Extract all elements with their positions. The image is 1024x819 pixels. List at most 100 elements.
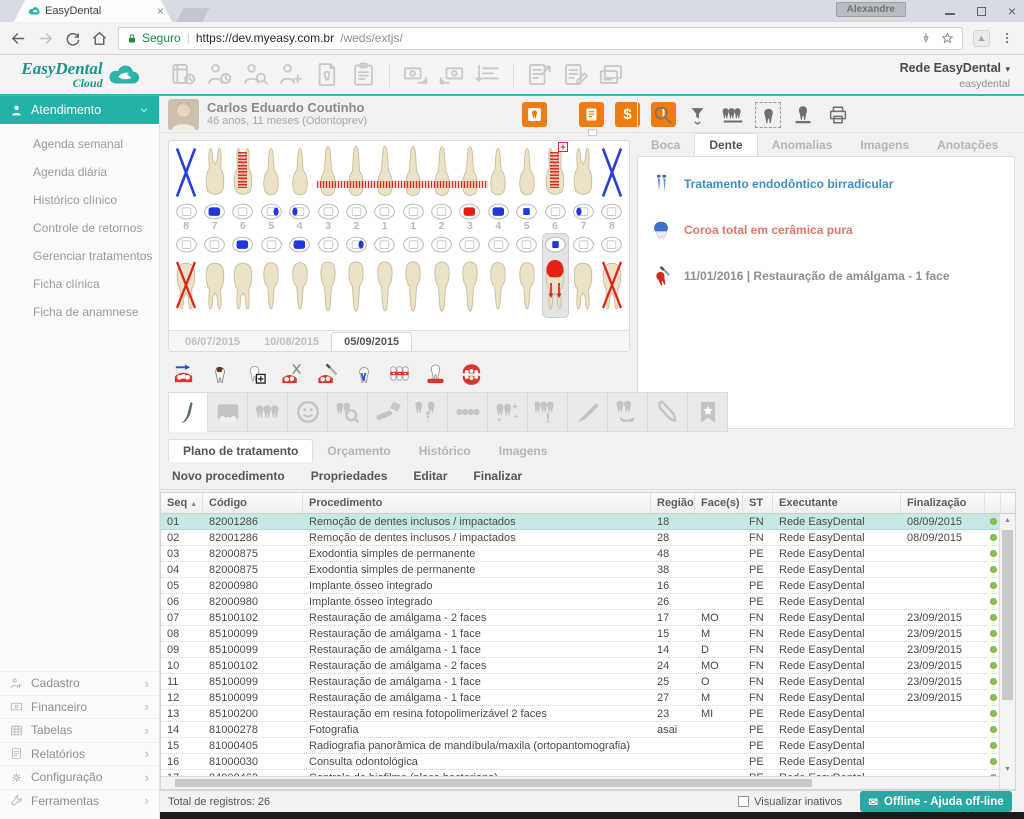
document-edit-icon[interactable] xyxy=(562,61,589,88)
scroll-up-icon[interactable]: ▲ xyxy=(1000,517,1015,524)
grid-row[interactable]: 0182001286Remoção de dentes inclusos / i… xyxy=(161,514,1015,530)
lower-occlusal[interactable] xyxy=(373,236,396,253)
document-export-icon[interactable] xyxy=(526,61,553,88)
lower-tooth-group[interactable] xyxy=(229,233,256,318)
denture-icon[interactable] xyxy=(460,362,483,385)
upper-tooth[interactable] xyxy=(457,144,483,201)
lower-tooth-group[interactable] xyxy=(428,233,455,318)
tab-anomalias[interactable]: Anomalias xyxy=(758,134,847,156)
checkbox-icon[interactable] xyxy=(738,796,749,807)
grid-row[interactable]: 1185100099Restauração de amálgama - 1 fa… xyxy=(161,674,1015,690)
search-icon[interactable] xyxy=(652,104,674,126)
tool-tab-patient-face-icon[interactable] xyxy=(288,392,328,432)
lower-tooth[interactable] xyxy=(485,253,511,317)
lower-tooth[interactable] xyxy=(400,253,426,317)
back-icon[interactable] xyxy=(10,30,27,47)
sidebar-item-2[interactable]: Histórico clínico xyxy=(0,186,159,214)
grid-row[interactable]: 1285100099Restauração de amálgama - 1 fa… xyxy=(161,690,1015,706)
grid-row[interactable]: 0885100099Restauração de amálgama - 1 fa… xyxy=(161,626,1015,642)
grid-column-header[interactable]: Código xyxy=(203,493,303,513)
lower-occlusal[interactable] xyxy=(345,236,368,253)
grid-column-header[interactable]: Procedimento xyxy=(303,493,651,513)
sidebar-item-5[interactable]: Ficha clínica xyxy=(0,270,159,298)
grid-column-header[interactable]: Finalização xyxy=(901,493,985,513)
patient-add-icon[interactable] xyxy=(278,61,305,88)
lower-tooth[interactable] xyxy=(542,253,568,317)
window-maximize-button[interactable] xyxy=(977,7,986,16)
tool-tab-surgery-scalpel-icon[interactable] xyxy=(568,392,608,432)
plan-tab[interactable]: Plano de tratamento xyxy=(168,439,313,462)
upper-occlusal[interactable] xyxy=(175,203,198,220)
upper-tooth[interactable] xyxy=(343,144,369,201)
upper-tooth[interactable] xyxy=(400,144,426,201)
lower-tooth[interactable] xyxy=(202,253,228,317)
grid-row[interactable]: 1581000405Radiografia panorâmica de mand… xyxy=(161,738,1015,754)
patient-search-icon[interactable] xyxy=(242,61,269,88)
lower-occlusal[interactable] xyxy=(458,236,481,253)
payment-receive-icon[interactable] xyxy=(402,61,429,88)
tool-tab-whitening-icon[interactable] xyxy=(488,392,528,432)
tab-boca[interactable]: Boca xyxy=(637,134,694,156)
lower-tooth[interactable] xyxy=(372,253,398,317)
upper-tooth[interactable] xyxy=(372,144,398,201)
lower-tooth-group[interactable] xyxy=(485,233,512,318)
lower-tooth-group[interactable] xyxy=(173,233,200,318)
browser-profile-badge[interactable]: Alexandre xyxy=(836,2,906,17)
lower-tooth[interactable] xyxy=(343,253,369,317)
lower-occlusal[interactable] xyxy=(544,236,567,253)
tab-imagens[interactable]: Imagens xyxy=(846,134,923,156)
lower-tooth-group[interactable] xyxy=(400,233,427,318)
grid-row[interactable]: 1085100102Restauração de amálgama - 2 fa… xyxy=(161,658,1015,674)
braces-icon[interactable] xyxy=(388,362,411,385)
bookmark-star-icon[interactable] xyxy=(940,31,955,46)
tab-close-icon[interactable]: × xyxy=(157,4,164,18)
plan-menu-item[interactable]: Finalizar xyxy=(473,469,522,483)
secure-indicator[interactable]: Seguro xyxy=(126,31,181,45)
single-tooth-icon[interactable] xyxy=(757,104,779,126)
tool-tab-exam-search-icon[interactable] xyxy=(328,392,368,432)
lower-tooth-group[interactable] xyxy=(542,233,569,318)
grid-row[interactable]: 1681000030Consulta odontológicaPERede Ea… xyxy=(161,754,1015,770)
tool-tab-card-teeth-icon[interactable] xyxy=(208,392,248,432)
sidebar-item-4[interactable]: Gerenciar tratamentos xyxy=(0,242,159,270)
window-minimize-button[interactable] xyxy=(945,8,955,15)
lower-tooth-group[interactable] xyxy=(315,233,342,318)
upper-tooth[interactable] xyxy=(258,144,284,201)
lower-tooth-group[interactable] xyxy=(513,233,540,318)
plan-tab[interactable]: Orçamento xyxy=(313,440,404,462)
vertical-scrollbar[interactable]: ▲ ▼ xyxy=(999,514,1015,789)
payment-return-icon[interactable] xyxy=(438,61,465,88)
tab-anotações[interactable]: Anotações xyxy=(923,134,1012,156)
plan-tab[interactable]: Histórico xyxy=(405,440,485,462)
plan-menu-item[interactable]: Propriedades xyxy=(311,469,388,483)
lower-occlusal[interactable] xyxy=(203,236,226,253)
plan-tab[interactable]: Imagens xyxy=(485,440,562,462)
home-icon[interactable] xyxy=(91,30,108,47)
splitter-handle[interactable] xyxy=(588,129,597,136)
upper-occlusal[interactable] xyxy=(458,203,481,220)
tool-tab-favorites-icon[interactable] xyxy=(688,392,728,432)
lower-tooth-group[interactable] xyxy=(598,233,625,318)
plan-menu-item[interactable]: Editar xyxy=(413,469,447,483)
scroll-down-icon[interactable]: ▼ xyxy=(1000,766,1015,773)
grid-row[interactable]: 1481000278FotografiaasaiPERede EasyDenta… xyxy=(161,722,1015,738)
forward-icon[interactable] xyxy=(37,30,54,47)
envelope-card-icon[interactable] xyxy=(598,61,625,88)
lower-occlusal[interactable] xyxy=(260,236,283,253)
upper-occlusal[interactable] xyxy=(572,203,595,220)
grid-row[interactable]: 0382000875Exodontia simples de permanent… xyxy=(161,546,1015,562)
lower-occlusal[interactable] xyxy=(402,236,425,253)
grid-column-header[interactable]: Região xyxy=(651,493,695,513)
upper-occlusal[interactable] xyxy=(600,203,623,220)
sidebar-item-3[interactable]: Controle de retornos xyxy=(0,214,159,242)
browser-tab[interactable]: EasyDental × xyxy=(14,0,172,22)
lower-tooth[interactable] xyxy=(514,253,540,317)
date-tab[interactable]: 10/08/2015 xyxy=(252,333,331,351)
upper-occlusal[interactable] xyxy=(260,203,283,220)
filter-icon[interactable] xyxy=(687,104,709,126)
upper-occlusal[interactable] xyxy=(373,203,396,220)
lower-occlusal[interactable] xyxy=(487,236,510,253)
upper-occlusal[interactable] xyxy=(345,203,368,220)
tool-tab-hygiene-brush-icon[interactable] xyxy=(368,392,408,432)
lower-tooth-group[interactable] xyxy=(201,233,228,318)
